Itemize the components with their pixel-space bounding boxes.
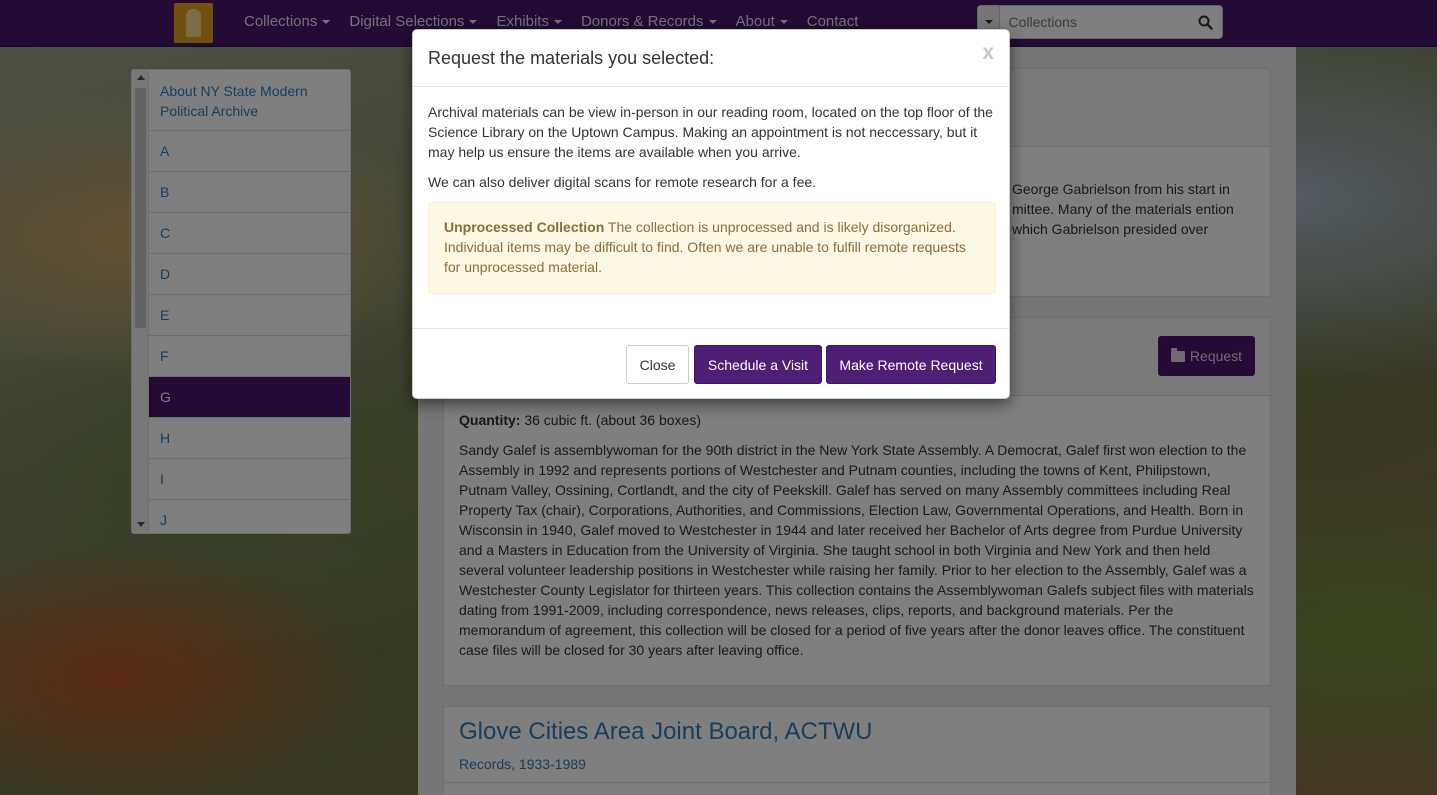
close-button[interactable]: Close (626, 345, 689, 384)
close-icon[interactable]: x (982, 41, 994, 65)
remote-scan-info: We can also deliver digital scans for re… (428, 174, 817, 190)
schedule-visit-button[interactable]: Schedule a Visit (694, 345, 822, 384)
modal-footer: Close Schedule a Visit Make Remote Reque… (413, 328, 1009, 400)
unprocessed-alert: Unprocessed Collection The collection is… (428, 202, 996, 294)
reading-room-info: Archival materials can be view in-person… (428, 104, 993, 160)
modal-title: Request the materials you selected: (428, 48, 715, 68)
remote-request-button[interactable]: Make Remote Request (826, 345, 996, 384)
request-modal: Request the materials you selected: x Ar… (412, 29, 1010, 399)
modal-header: Request the materials you selected: x (413, 30, 1009, 87)
modal-body: Archival materials can be view in-person… (428, 102, 996, 294)
alert-title: Unprocessed Collection (444, 219, 605, 235)
